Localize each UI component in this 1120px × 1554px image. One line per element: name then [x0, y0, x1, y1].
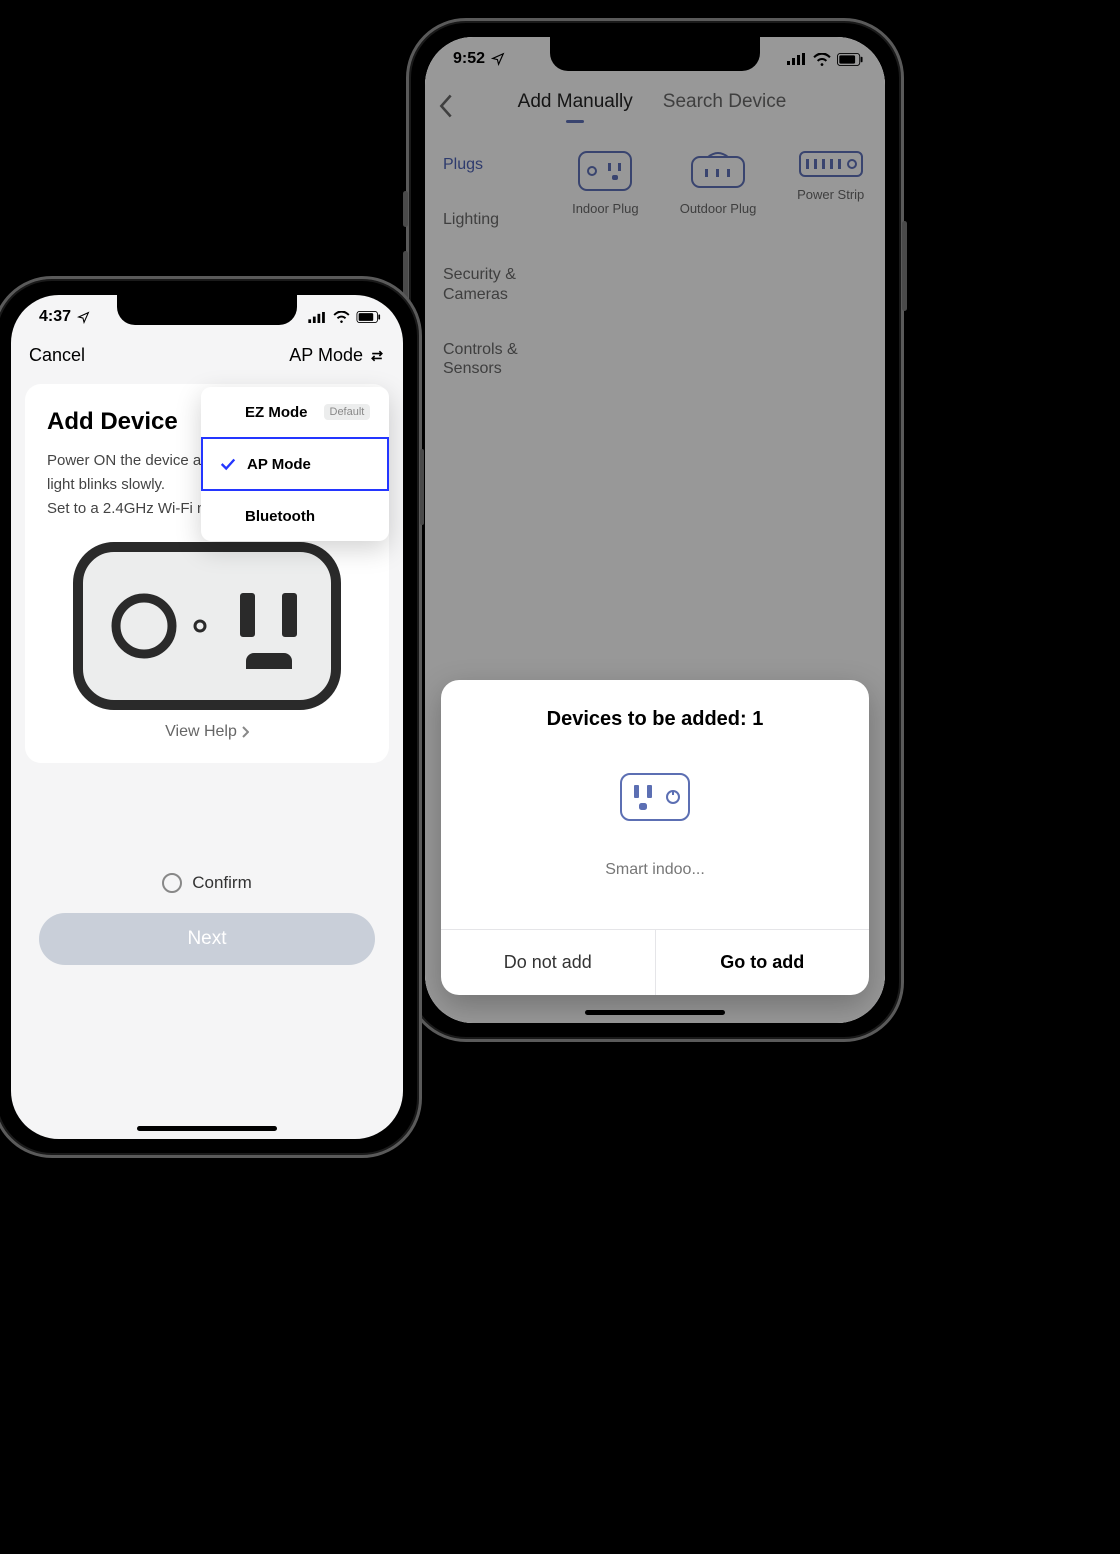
mode-option-ez[interactable]: EZ Mode Default: [201, 387, 389, 437]
next-button[interactable]: Next: [39, 913, 375, 965]
plug-illustration: [72, 541, 342, 711]
mode-label: AP Mode: [289, 345, 363, 366]
view-help-link[interactable]: View Help: [47, 723, 367, 741]
mode-selector[interactable]: AP Mode: [289, 345, 385, 366]
home-indicator[interactable]: [585, 1010, 725, 1015]
default-badge: Default: [324, 404, 371, 420]
phone-left: 4:37 Cancel AP Mode Add Device Power ON …: [0, 276, 422, 1158]
cellular-icon: [308, 312, 327, 323]
wifi-icon: [333, 311, 350, 323]
mode-dropdown: EZ Mode Default AP Mode Bluetooth: [201, 387, 389, 541]
mode-option-bluetooth[interactable]: Bluetooth: [201, 491, 389, 541]
do-not-add-button[interactable]: Do not add: [441, 930, 656, 995]
sheet-title: Devices to be added: 1: [441, 680, 869, 753]
mode-option-label: AP Mode: [247, 456, 311, 473]
devices-to-add-sheet: Devices to be added: 1 Smart indoo... Do…: [441, 680, 869, 995]
swap-icon: [369, 349, 385, 363]
mode-option-ap[interactable]: AP Mode: [201, 437, 389, 491]
mode-option-label: Bluetooth: [245, 508, 315, 525]
home-indicator[interactable]: [137, 1126, 277, 1131]
status-time: 4:37: [39, 308, 71, 326]
go-to-add-button[interactable]: Go to add: [656, 930, 870, 995]
chevron-right-icon: [241, 726, 249, 738]
check-icon: [219, 455, 237, 473]
confirm-label: Confirm: [192, 873, 252, 893]
location-icon: [77, 311, 90, 324]
phone-right: 9:52 Add Manually Search Device: [406, 18, 904, 1042]
found-device-name: Smart indoo...: [441, 861, 869, 879]
battery-icon: [356, 311, 381, 323]
nav-bar: Cancel AP Mode: [11, 339, 403, 380]
mode-option-label: EZ Mode: [245, 404, 308, 421]
confirm-radio[interactable]: [162, 873, 182, 893]
confirm-row[interactable]: Confirm: [11, 873, 403, 893]
found-device-icon: [620, 773, 690, 821]
view-help-label: View Help: [165, 723, 237, 741]
cancel-button[interactable]: Cancel: [29, 345, 85, 366]
